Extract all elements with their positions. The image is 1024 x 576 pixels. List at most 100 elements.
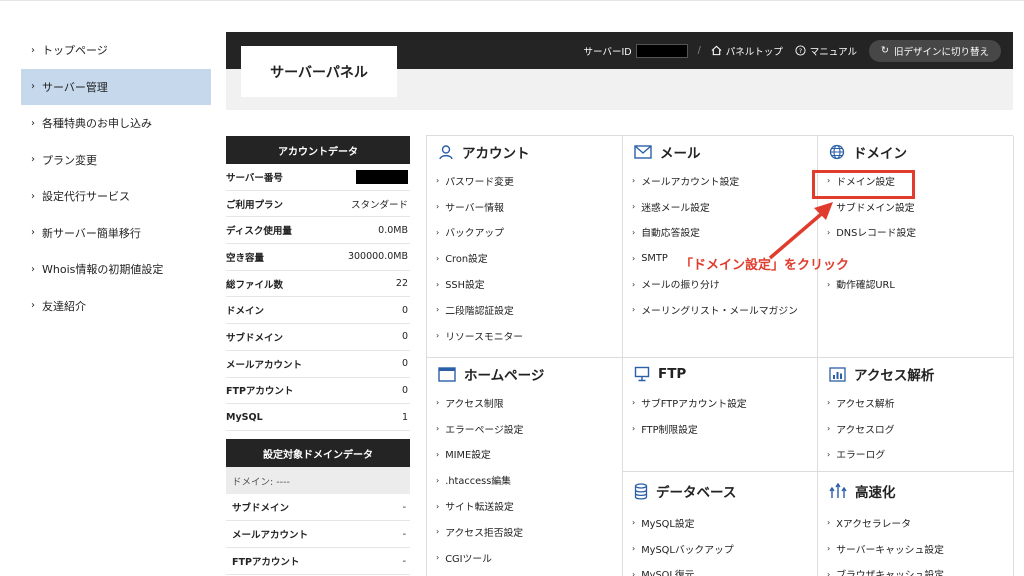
link-list: › アクセス解析 › アクセスログ › エラーログ (818, 390, 1013, 467)
link-cgi-tools[interactable]: › CGIツール (436, 545, 622, 571)
link-backup[interactable]: › バックアップ (436, 220, 622, 246)
row-key: FTPアカウント (226, 386, 294, 398)
row-key: サーバー番号 (226, 172, 283, 184)
browser-icon (438, 366, 456, 382)
link-label: パスワード変更 (445, 176, 514, 188)
account-data-panel: アカウントデータ サーバー番号 ご利用プラン スタンダード ディスク使用量 0.0M… (226, 136, 410, 431)
sidebar-item-top[interactable]: › トップページ (21, 32, 211, 69)
link-2fa[interactable]: › 二段階認証設定 (436, 297, 622, 323)
link-site-forward[interactable]: › サイト転送設定 (436, 493, 622, 519)
row-value: 0 (401, 358, 408, 370)
section-database: データベース › MySQL設定 › MySQLバックアップ › MySQL復元 (623, 472, 818, 576)
link-error-page[interactable]: › エラーページ設定 (436, 416, 622, 442)
account-row: サブドメイン 0 (226, 324, 410, 351)
row-value: 0 (401, 331, 408, 343)
row-key: 空き容量 (226, 252, 265, 264)
chevron-right-icon: › (436, 227, 440, 237)
link-cron[interactable]: › Cron設定 (436, 245, 622, 271)
section-title: アクセス解析 (818, 358, 1013, 390)
section-ftp: FTP › サブFTPアカウント設定 › FTP制限設定 (623, 358, 818, 472)
section-access-analysis: アクセス解析 › アクセス解析 › アクセスログ › エラーログ (818, 358, 1014, 472)
link-mail-account[interactable]: › メールアカウント設定 (632, 168, 817, 194)
domain-row: FTPアカウント - (226, 548, 410, 575)
section-account: アカウント › パスワード変更 › サーバー情報 › バックアップ › Cron設定 ›… (427, 136, 623, 358)
sidebar-item-label: プラン変更 (42, 153, 97, 167)
section-title-label: 高速化 (855, 485, 896, 501)
link-mail-filter[interactable]: › メールの振り分け (632, 271, 817, 297)
link-access-analysis[interactable]: › アクセス解析 (827, 390, 1013, 416)
link-label: サイト転送設定 (445, 502, 514, 514)
sidebar-item-label: 設定代行サービス (42, 190, 130, 204)
link-mysql-settings[interactable]: › MySQL設定 (632, 510, 817, 536)
server-id-label: サーバーID (583, 46, 632, 58)
sidebar-item-benefits[interactable]: › 各種特典のお申し込み (21, 105, 211, 142)
sidebar-item-label: 新サーバー簡単移行 (42, 226, 141, 240)
sidebar-item-server-management[interactable]: › サーバー管理 (21, 68, 211, 105)
menu-grid: アカウント › パスワード変更 › サーバー情報 › バックアップ › Cron設定 ›… (426, 135, 1014, 576)
row-value: 0 (401, 304, 408, 316)
link-label: DNSレコード設定 (836, 228, 917, 240)
link-list: › MySQL設定 › MySQLバックアップ › MySQL復元 (623, 510, 817, 576)
link-mysql-backup[interactable]: › MySQLバックアップ (632, 536, 817, 562)
link-auto-reply[interactable]: › 自動応答設定 (632, 220, 817, 246)
domain-data-title: 設定対象ドメインデータ (226, 439, 410, 467)
link-label: MIME設定 (445, 450, 491, 462)
chevron-right-icon: › (31, 300, 35, 312)
link-check-url[interactable]: › 動作確認URL (827, 271, 1013, 297)
chevron-right-icon: › (436, 305, 440, 315)
highlight-box (812, 170, 915, 199)
link-dns[interactable]: › DNSレコード設定 (827, 220, 1013, 246)
sidebar-item-label: サーバー管理 (42, 80, 108, 94)
link-label: SMTP (641, 252, 668, 264)
link-error-log[interactable]: › エラーログ (827, 442, 1013, 468)
link-htaccess[interactable]: › .htaccess編集 (436, 467, 622, 493)
link-x-accelerator[interactable]: › Xアクセラレータ (827, 510, 1013, 536)
sidebar-item-whois[interactable]: › Whois情報の初期値設定 (21, 251, 211, 288)
section-title-label: ホームページ (464, 368, 545, 384)
chevron-right-icon: › (31, 117, 35, 129)
link-label: MySQL復元 (641, 570, 695, 576)
chevron-right-icon: › (632, 518, 636, 528)
monitor-icon (634, 366, 650, 382)
chevron-right-icon: › (31, 154, 35, 166)
link-access-deny[interactable]: › アクセス拒否設定 (436, 519, 622, 545)
sidebar-item-setup-service[interactable]: › 設定代行サービス (21, 178, 211, 215)
link-label: エラーページ設定 (445, 424, 524, 436)
link-spam[interactable]: › 迷惑メール設定 (632, 194, 817, 220)
account-row: メールアカウント 0 (226, 351, 410, 378)
chevron-right-icon: › (436, 527, 440, 537)
link-browser-cache[interactable]: › ブラウザキャッシュ設定 (827, 562, 1013, 576)
link-mailing-list[interactable]: › メーリングリスト・メールマガジン (632, 297, 817, 323)
link-label: 二段階認証設定 (445, 305, 514, 317)
link-list: › パスワード変更 › サーバー情報 › バックアップ › Cron設定 › SSH設定 … (427, 168, 622, 349)
row-value: 300000.0MB (347, 251, 408, 263)
row-key: ディスク使用量 (226, 226, 292, 238)
old-design-button[interactable]: ↻ 旧デザインに切り替え (869, 39, 1001, 62)
chevron-right-icon: › (31, 263, 35, 275)
link-password-change[interactable]: › パスワード変更 (436, 168, 622, 194)
link-label: .htaccess編集 (445, 476, 511, 488)
panel-top-label: パネルトップ (725, 46, 783, 58)
link-mysql-restore[interactable]: › MySQL復元 (632, 562, 817, 576)
sidebar-item-label: 友達紹介 (42, 299, 86, 313)
link-ftp-restriction[interactable]: › FTP制限設定 (632, 416, 817, 442)
sidebar-item-migration[interactable]: › 新サーバー簡単移行 (21, 215, 211, 252)
link-sub-ftp[interactable]: › サブFTPアカウント設定 (632, 390, 817, 416)
link-access-restriction[interactable]: › アクセス制限 (436, 390, 622, 416)
mail-icon (634, 145, 652, 159)
manual-link[interactable]: ? マニュアル (795, 44, 857, 58)
chevron-right-icon: › (436, 553, 440, 563)
link-server-info[interactable]: › サーバー情報 (436, 194, 622, 220)
link-access-log[interactable]: › アクセスログ (827, 416, 1013, 442)
sidebar-item-plan-change[interactable]: › プラン変更 (21, 142, 211, 179)
chevron-right-icon: › (827, 518, 831, 528)
domain-row: サブドメイン - (226, 494, 410, 521)
row-value: スタンダード (350, 199, 408, 211)
link-mime[interactable]: › MIME設定 (436, 442, 622, 468)
panel-top-link[interactable]: パネルトップ (711, 44, 783, 58)
link-ssh[interactable]: › SSH設定 (436, 271, 622, 297)
chevron-right-icon: › (436, 253, 440, 263)
sidebar-item-referral[interactable]: › 友達紹介 (21, 288, 211, 325)
link-server-cache[interactable]: › サーバーキャッシュ設定 (827, 536, 1013, 562)
link-resource-monitor[interactable]: › リソースモニター (436, 323, 622, 349)
